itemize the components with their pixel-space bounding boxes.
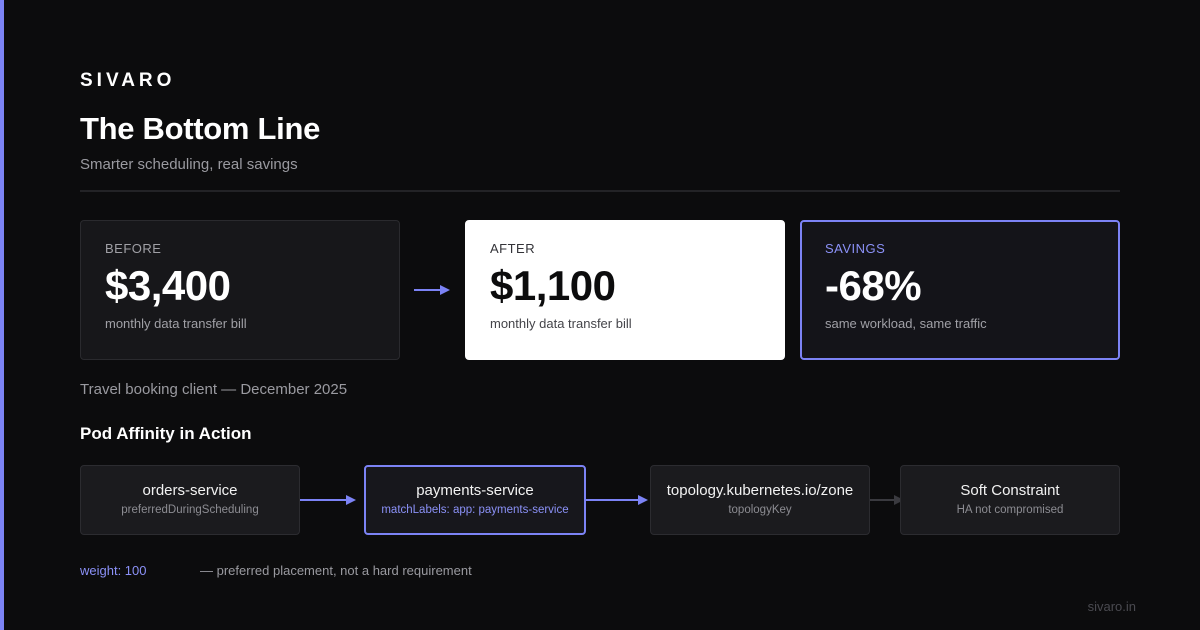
arrow-right-icon [414, 285, 450, 295]
brand-logo: SIVARO [80, 70, 176, 91]
weight-note: — preferred placement, not a hard requir… [200, 563, 472, 578]
savings-label: SAVINGS [825, 241, 886, 256]
before-card: BEFORE $3,400 monthly data transfer bill [80, 220, 400, 360]
client-caption: Travel booking client — December 2025 [80, 381, 348, 398]
flow-node-payments: payments-service matchLabels: app: payme… [364, 465, 586, 535]
node-sub: matchLabels: app: payments-service [381, 504, 569, 516]
accent-bar [0, 0, 4, 630]
page-subtitle: Smarter scheduling, real savings [80, 156, 298, 173]
after-sub: monthly data transfer bill [490, 316, 632, 331]
node-sub: HA not compromised [956, 504, 1064, 516]
before-label: BEFORE [105, 241, 162, 256]
node-name: orders-service [142, 482, 238, 499]
section-title: Pod Affinity in Action [80, 424, 252, 443]
node-name: Soft Constraint [960, 482, 1060, 499]
node-sub: topologyKey [728, 504, 792, 516]
flow-node-orders: orders-service preferredDuringScheduling [80, 465, 300, 535]
before-value: $3,400 [105, 262, 231, 309]
arrow-right-icon [300, 495, 356, 505]
flow-node-soft-constraint: Soft Constraint HA not compromised [900, 465, 1120, 535]
after-value: $1,100 [490, 262, 616, 309]
savings-value: -68% [825, 262, 922, 309]
savings-sub: same workload, same traffic [825, 316, 987, 331]
node-name: payments-service [416, 482, 534, 499]
page-title: The Bottom Line [80, 111, 321, 146]
divider [80, 190, 1120, 192]
before-sub: monthly data transfer bill [105, 316, 247, 331]
after-label: AFTER [490, 241, 536, 256]
node-name: topology.kubernetes.io/zone [666, 482, 854, 499]
flow-node-topology: topology.kubernetes.io/zone topologyKey [650, 465, 870, 535]
savings-card: SAVINGS -68% same workload, same traffic [800, 220, 1120, 360]
after-card: AFTER $1,100 monthly data transfer bill [465, 220, 785, 360]
node-sub: preferredDuringScheduling [121, 504, 259, 516]
weight-label: weight: 100 [80, 563, 147, 578]
arrow-right-icon [586, 495, 648, 505]
footer-domain: sivaro.in [1087, 599, 1136, 614]
